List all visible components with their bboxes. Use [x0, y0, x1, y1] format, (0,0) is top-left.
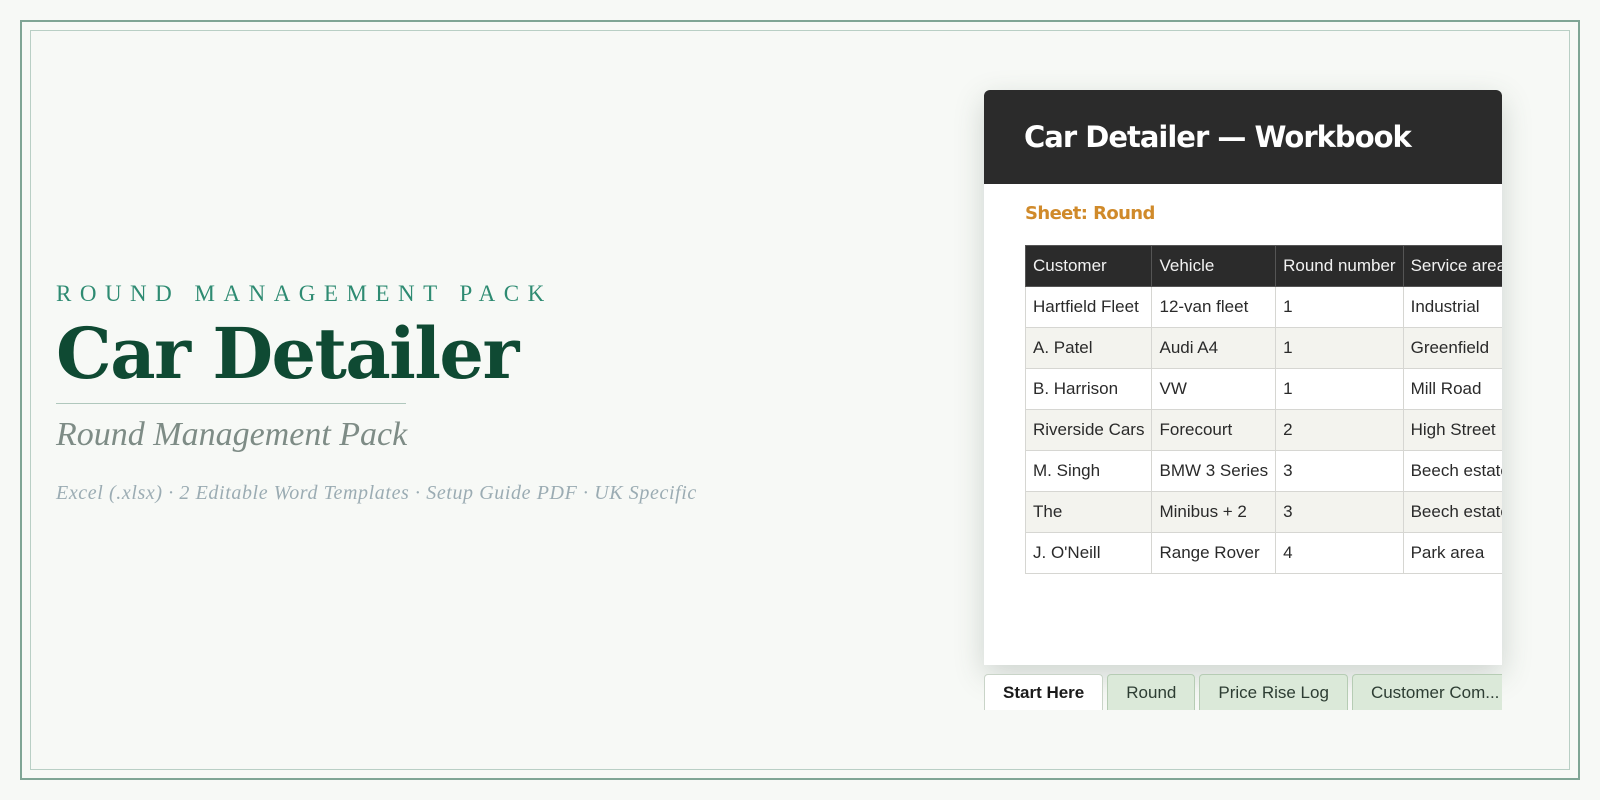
sheet-label: Sheet: Round [1025, 203, 1155, 224]
sheet-tabs: Start Here Round Price Rise Log Customer… [984, 674, 1502, 710]
product-contents: Excel (.xlsx) · 2 Editable Word Template… [56, 482, 697, 504]
branding-panel: ROUND MANAGEMENT PACK Car Detailer Round… [56, 282, 816, 505]
table-cell[interactable]: Beech estate [1402, 450, 1502, 492]
table-cell[interactable]: Range Rover [1151, 532, 1277, 574]
table-row: Hartfield Fleet 12-van fleet 1 Industria… [1025, 286, 1502, 328]
column-header[interactable]: Round number [1275, 245, 1404, 287]
tab-customer-comms[interactable]: Customer Com... [1351, 674, 1502, 710]
column-header[interactable]: Service area [1402, 245, 1502, 287]
workbook-header: Car Detailer — Workbook [984, 90, 1502, 184]
table-cell[interactable]: VW [1151, 368, 1277, 410]
table-cell[interactable]: Park area [1402, 532, 1502, 574]
table-cell[interactable]: Beech estate [1402, 491, 1502, 533]
table-cell[interactable]: High Street [1402, 409, 1502, 451]
table-cell[interactable]: The [1025, 491, 1153, 533]
table-row: M. Singh BMW 3 Series 3 Beech estate [1025, 450, 1502, 492]
column-header[interactable]: Vehicle [1151, 245, 1277, 287]
tab-start-here[interactable]: Start Here [984, 674, 1104, 710]
divider [56, 403, 406, 404]
table-cell[interactable]: 2 [1275, 409, 1404, 451]
table-cell[interactable]: Greenfield [1402, 327, 1502, 369]
table-cell[interactable]: Hartfield Fleet [1025, 286, 1153, 328]
table-cell[interactable]: Mill Road [1402, 368, 1502, 410]
table-cell[interactable]: 12-van fleet [1151, 286, 1277, 328]
table-cell[interactable]: 1 [1275, 327, 1404, 369]
table-cell[interactable]: Forecourt [1151, 409, 1277, 451]
table-row: A. Patel Audi A4 1 Greenfield [1025, 327, 1502, 369]
table-cell[interactable]: 3 [1275, 450, 1404, 492]
product-subtitle: Round Management Pack [56, 416, 408, 453]
table-row: Riverside Cars Forecourt 2 High Street [1025, 409, 1502, 451]
tab-round[interactable]: Round [1107, 674, 1196, 710]
table-row: The Minibus + 2 3 Beech estate [1025, 491, 1502, 533]
table-cell[interactable]: Minibus + 2 [1151, 491, 1277, 533]
table-cell[interactable]: 1 [1275, 368, 1404, 410]
table-cell[interactable]: A. Patel [1025, 327, 1153, 369]
eyebrow-label: ROUND MANAGEMENT PACK [56, 281, 553, 306]
product-title: Car Detailer [56, 312, 519, 395]
table-viewport[interactable]: Customer Vehicle Round number Service ar… [1025, 245, 1502, 575]
table-cell[interactable]: Riverside Cars [1025, 409, 1153, 451]
column-header[interactable]: Customer [1025, 245, 1153, 287]
table-cell[interactable]: 1 [1275, 286, 1404, 328]
table-cell[interactable]: BMW 3 Series [1151, 450, 1277, 492]
table-cell[interactable]: B. Harrison [1025, 368, 1153, 410]
tab-price-rise-log[interactable]: Price Rise Log [1199, 674, 1348, 710]
table-cell[interactable]: Industrial [1402, 286, 1502, 328]
table-cell[interactable]: Audi A4 [1151, 327, 1277, 369]
workbook-preview: Car Detailer — Workbook Sheet: Round Cus… [984, 90, 1502, 710]
table-cell[interactable]: 4 [1275, 532, 1404, 574]
workbook-title: Car Detailer — Workbook [1024, 120, 1412, 154]
round-table: Customer Vehicle Round number Service ar… [1025, 245, 1502, 574]
table-row: J. O'Neill Range Rover 4 Park area [1025, 532, 1502, 574]
workbook-window: Car Detailer — Workbook Sheet: Round Cus… [984, 90, 1502, 665]
table-cell[interactable]: M. Singh [1025, 450, 1153, 492]
table-cell[interactable]: J. O'Neill [1025, 532, 1153, 574]
table-header-row: Customer Vehicle Round number Service ar… [1025, 245, 1502, 287]
table-row: B. Harrison VW 1 Mill Road [1025, 368, 1502, 410]
table-cell[interactable]: 3 [1275, 491, 1404, 533]
